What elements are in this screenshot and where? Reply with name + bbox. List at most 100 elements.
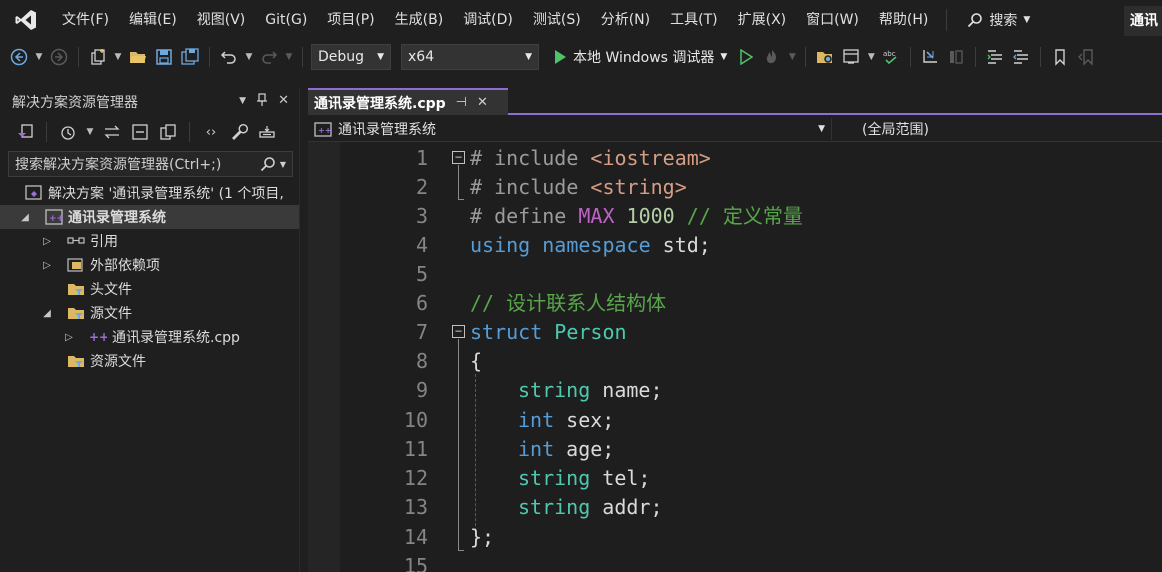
filter-folder-icon: [66, 280, 86, 298]
menu-project[interactable]: 项目(P): [317, 0, 384, 40]
previous-bookmark-icon[interactable]: [1075, 46, 1097, 68]
expanded-arrow-icon[interactable]: ◢: [18, 212, 32, 223]
collapsed-arrow-icon[interactable]: ▷: [62, 332, 76, 343]
spell-check-icon[interactable]: abc: [880, 46, 902, 68]
filter-folder-icon: [66, 352, 86, 370]
panel-menu-chevron-icon[interactable]: ▼: [239, 93, 246, 111]
comment-lines-icon[interactable]: [984, 46, 1006, 68]
code-editor[interactable]: 1 2 3 4 5 6 7 8 9 10 11 12 13 14 15 − − …: [308, 142, 1162, 572]
menu-tools[interactable]: 工具(T): [660, 0, 727, 40]
toolbar-separator: [302, 47, 303, 67]
step-into-icon[interactable]: [919, 46, 941, 68]
search-options[interactable]: ▼: [260, 156, 286, 172]
tree-item-source-files[interactable]: ◢ 源文件: [0, 301, 299, 325]
expanded-arrow-icon[interactable]: ◢: [40, 308, 54, 319]
bookmark-icon[interactable]: [1049, 46, 1071, 68]
new-project-icon[interactable]: [87, 46, 109, 68]
collapse-all-icon[interactable]: [129, 121, 151, 143]
undo-icon[interactable]: [218, 46, 240, 68]
open-folder-icon[interactable]: [127, 46, 149, 68]
editor-navigation-bar: ++ 通讯录管理系统 ▼ (全局范围): [308, 117, 1162, 142]
find-in-files-icon[interactable]: [814, 46, 836, 68]
menu-window[interactable]: 窗口(W): [796, 0, 869, 40]
toolbar-separator: [78, 47, 79, 67]
menu-analyze[interactable]: 分析(N): [591, 0, 660, 40]
collapse-region-icon[interactable]: −: [452, 151, 465, 164]
tree-item-header-files[interactable]: 头文件: [0, 277, 299, 301]
tab-label: 通讯录管理系统.cpp: [314, 95, 446, 112]
toolbar-separator: [1040, 47, 1042, 67]
pin-tab-icon[interactable]: ⊣: [456, 95, 467, 110]
window-layout-icon[interactable]: [840, 46, 862, 68]
pin-icon[interactable]: [256, 93, 268, 111]
view-code-icon[interactable]: ‹›: [200, 121, 222, 143]
line-number: 5: [415, 262, 428, 286]
line-number: 15: [403, 554, 428, 572]
chevron-down-icon[interactable]: ▼: [244, 52, 254, 62]
project-scope-dropdown[interactable]: ++ 通讯录管理系统 ▼: [308, 118, 832, 140]
pending-changes-filter-icon[interactable]: [57, 121, 79, 143]
tree-item-references[interactable]: ▷ 引用: [0, 229, 299, 253]
save-all-icon[interactable]: [179, 46, 201, 68]
code-token: tel;: [590, 466, 651, 490]
uncomment-lines-icon[interactable]: [1010, 46, 1032, 68]
collapse-region-icon[interactable]: −: [452, 325, 465, 338]
code-token: <string>: [590, 175, 687, 199]
menu-view[interactable]: 视图(V): [187, 0, 256, 40]
solution-title-badge[interactable]: 通讯: [1124, 6, 1162, 36]
menu-build[interactable]: 生成(B): [385, 0, 454, 40]
hot-reload-icon[interactable]: [761, 46, 783, 68]
search-button[interactable]: 搜索 ▼: [955, 0, 1042, 40]
menu-help[interactable]: 帮助(H): [869, 0, 938, 40]
code-line: int age;: [518, 435, 614, 464]
redo-icon[interactable]: [258, 46, 280, 68]
solution-search-input[interactable]: 搜索解决方案资源管理器(Ctrl+;) ▼: [8, 151, 293, 177]
tree-item-label: 头文件: [90, 282, 132, 298]
navigate-back-icon[interactable]: [8, 46, 30, 68]
menu-edit[interactable]: 编辑(E): [119, 0, 187, 40]
preview-selected-items-icon[interactable]: [256, 121, 278, 143]
code-token: struct: [470, 320, 543, 344]
tree-item-cpp-file[interactable]: ▷ ++ 通讯录管理系统.cpp: [0, 325, 299, 349]
collapsed-arrow-icon[interactable]: ▷: [40, 260, 54, 271]
properties-wrench-icon[interactable]: [228, 121, 250, 143]
chevron-down-icon[interactable]: ▼: [787, 52, 797, 62]
chevron-down-icon: ▼: [818, 124, 825, 134]
navigate-forward-icon[interactable]: [48, 46, 70, 68]
chevron-down-icon[interactable]: ▼: [34, 52, 44, 62]
step-over-icon[interactable]: [945, 46, 967, 68]
close-icon[interactable]: ✕: [278, 93, 289, 111]
menu-extensions[interactable]: 扩展(X): [728, 0, 797, 40]
start-without-debugging-icon[interactable]: [735, 46, 757, 68]
tree-item-external-dependencies[interactable]: ▷ 外部依赖项: [0, 253, 299, 277]
chevron-down-icon[interactable]: ▼: [85, 127, 95, 137]
start-debugging-button[interactable]: 本地 Windows 调试器 ▼: [549, 47, 731, 67]
switch-views-icon[interactable]: [14, 121, 36, 143]
chevron-down-icon[interactable]: ▼: [866, 52, 876, 62]
code-token: include: [494, 146, 591, 170]
menu-git[interactable]: Git(G): [255, 0, 317, 40]
line-number: 8: [415, 349, 428, 373]
code-line: # include <string>: [470, 173, 687, 202]
show-all-files-icon[interactable]: [157, 121, 179, 143]
menu-test[interactable]: 测试(S): [523, 0, 591, 40]
member-scope-dropdown[interactable]: (全局范围): [832, 119, 929, 139]
menu-debug[interactable]: 调试(D): [453, 0, 523, 40]
close-tab-icon[interactable]: ✕: [477, 95, 488, 110]
collapsed-arrow-icon[interactable]: ▷: [40, 236, 54, 247]
solution-configuration-select[interactable]: Debug ▼: [311, 44, 391, 70]
visual-studio-logo-icon[interactable]: [0, 0, 52, 40]
tree-item-solution[interactable]: 解决方案 '通讯录管理系统' (1 个项目,: [0, 181, 299, 205]
chevron-down-icon[interactable]: ▼: [284, 52, 294, 62]
menu-file[interactable]: 文件(F): [52, 0, 119, 40]
code-line: # include <iostream>: [470, 144, 711, 173]
tree-item-project[interactable]: ◢ ++ 通讯录管理系统: [0, 205, 299, 229]
code-token: #: [470, 175, 495, 199]
configuration-value: Debug: [318, 49, 365, 65]
chevron-down-icon[interactable]: ▼: [113, 52, 123, 62]
sync-with-document-icon[interactable]: [101, 121, 123, 143]
save-icon[interactable]: [153, 46, 175, 68]
tree-item-resource-files[interactable]: 资源文件: [0, 349, 299, 373]
tab-cpp-file[interactable]: 通讯录管理系统.cpp ⊣ ✕: [308, 88, 508, 115]
solution-platform-select[interactable]: x64 ▼: [401, 44, 539, 70]
